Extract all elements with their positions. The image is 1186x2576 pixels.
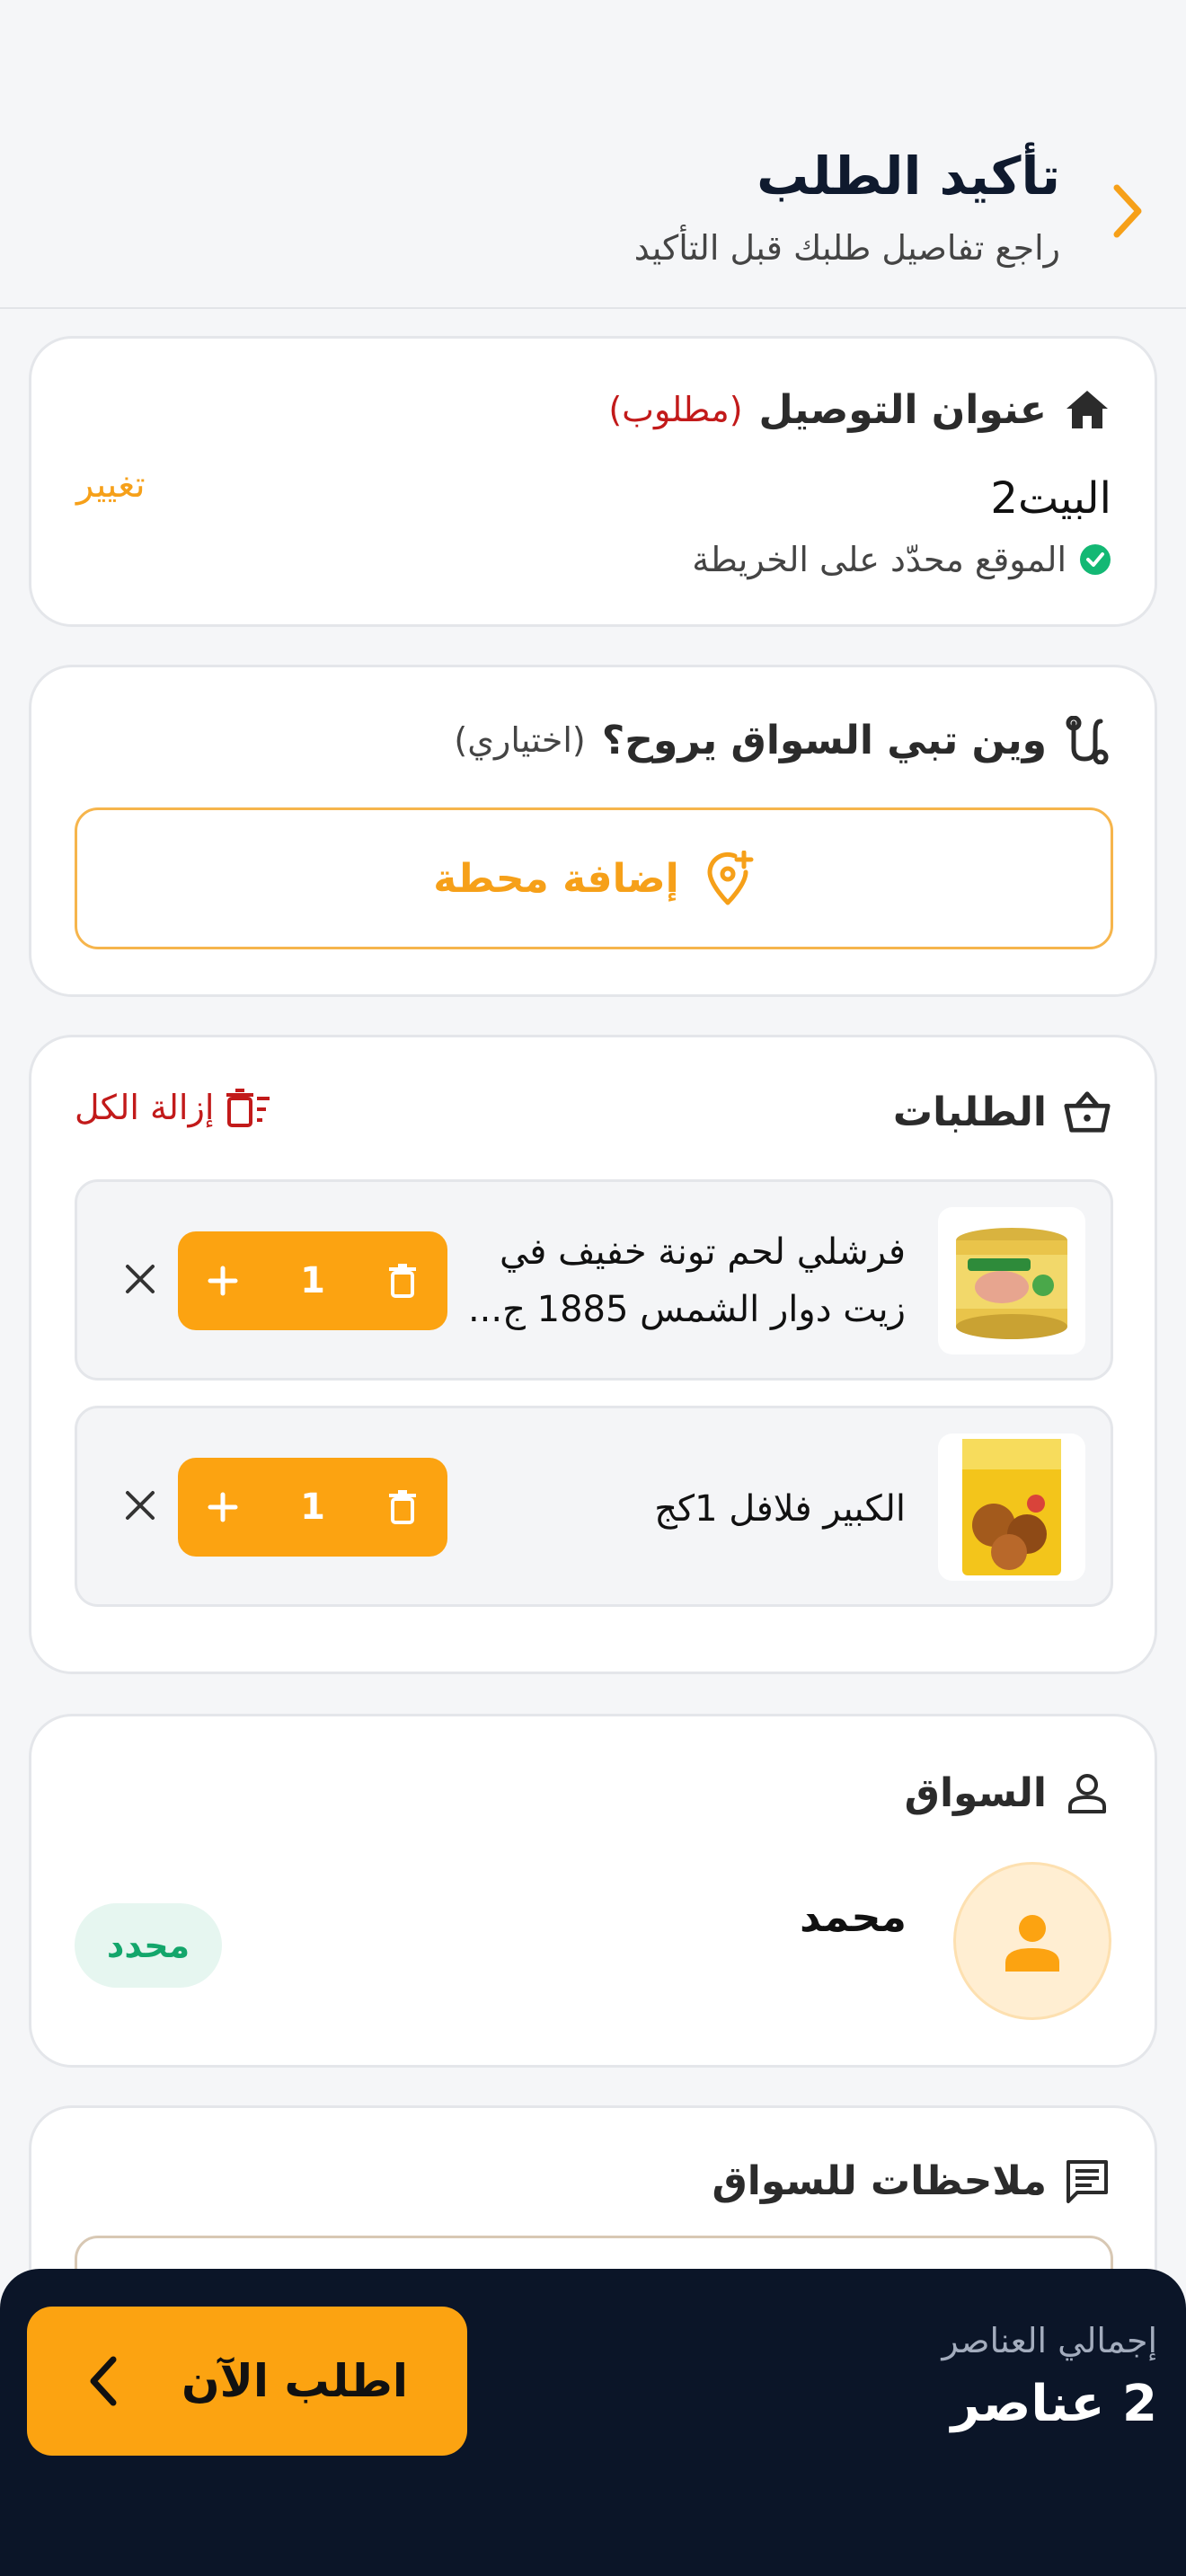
address-card: عنوان التوصيل (مطلوب) تغيير البيت2 الموق…: [29, 336, 1157, 627]
notes-icon: [1063, 2157, 1111, 2205]
check-circle-icon: [1080, 544, 1111, 575]
driver-title: السواق: [904, 1769, 1047, 1816]
location-status-text: الموقع محدّد على الخريطة: [692, 540, 1067, 579]
person-avatar-icon: [1005, 1915, 1059, 1972]
orders-card: الطلبات إزالة الكل فرشلي لحم تونة خفيف ف…: [29, 1035, 1157, 1674]
orders-title-row: الطلبات: [893, 1088, 1111, 1136]
avatar: [953, 1862, 1111, 2020]
order-item: الكبير فلافل 1كج 1: [75, 1406, 1113, 1607]
order-now-button[interactable]: اطلب الآن: [27, 2307, 467, 2456]
item-name: فرشلي لحم تونة خفيف في زيت دوار الشمس 18…: [467, 1231, 906, 1330]
notes-title: ملاحظات للسواق: [712, 2157, 1047, 2204]
add-stop-button[interactable]: إضافة محطة: [75, 807, 1113, 949]
remove-all-label: إزالة الكل: [75, 1088, 215, 1127]
order-now-label: اطلب الآن: [181, 2355, 409, 2407]
stops-title-row: وين تبي السواق يروح؟ (اختياري): [454, 716, 1111, 764]
total-items-label: إجمالي العناصر: [942, 2321, 1157, 2360]
order-item: فرشلي لحم تونة خفيف في زيت دوار الشمس 18…: [75, 1179, 1113, 1381]
address-title: عنوان التوصيل: [758, 386, 1047, 433]
driver-card: السواق محمد محدد: [29, 1714, 1157, 2068]
decrease-button[interactable]: [367, 1458, 438, 1557]
item-name: الكبير فلافل 1كج: [654, 1488, 906, 1530]
chevron-right-icon: [1113, 184, 1142, 238]
change-address-button[interactable]: تغيير: [76, 464, 146, 506]
page-subtitle: راجع تفاصيل طلبك قبل التأكيد: [633, 228, 1060, 268]
stops-title: وين تبي السواق يروح؟: [601, 717, 1047, 763]
back-button[interactable]: [1105, 180, 1150, 243]
stops-card: وين تبي السواق يروح؟ (اختياري) إضافة محط…: [29, 665, 1157, 997]
remove-item-button[interactable]: [113, 1252, 167, 1306]
address-title-row: عنوان التوصيل (مطلوب): [608, 385, 1111, 434]
location-status: الموقع محدّد على الخريطة: [692, 540, 1111, 579]
required-tag: (مطلوب): [608, 390, 743, 429]
address-name: البيت2: [990, 473, 1111, 524]
plus-icon: [208, 1266, 238, 1296]
delete-sweep-icon: [226, 1089, 270, 1127]
quantity-value: 1: [300, 1260, 325, 1301]
remove-item-button[interactable]: [113, 1478, 167, 1532]
add-location-icon: [707, 851, 754, 905]
notes-title-row: ملاحظات للسواق: [712, 2157, 1111, 2205]
chevron-left-icon: [90, 2356, 117, 2406]
trash-icon: [389, 1490, 416, 1524]
product-image-falafel: [938, 1434, 1085, 1581]
person-icon: [1063, 1769, 1111, 1817]
orders-title: الطلبات: [892, 1089, 1047, 1135]
add-stop-label: إضافة محطة: [433, 855, 679, 902]
driver-name: محمد: [799, 1892, 907, 1941]
home-icon: [1063, 385, 1111, 434]
status-badge: محدد: [75, 1903, 222, 1988]
basket-icon: [1063, 1088, 1111, 1136]
route-icon: [1063, 716, 1111, 764]
driver-title-row: السواق: [905, 1769, 1111, 1817]
decrease-button[interactable]: [367, 1231, 438, 1330]
increase-button[interactable]: [187, 1231, 259, 1330]
close-icon: [126, 1265, 155, 1293]
checkout-bar: إجمالي العناصر 2 عناصر اطلب الآن: [0, 2269, 1186, 2576]
page-header: تأكيد الطلب راجع تفاصيل طلبك قبل التأكيد: [0, 0, 1186, 309]
optional-tag: (اختياري): [454, 720, 586, 760]
increase-button[interactable]: [187, 1458, 259, 1557]
quantity-value: 1: [300, 1486, 325, 1528]
total-items-value: 2 عناصر: [951, 2375, 1157, 2433]
trash-icon: [389, 1264, 416, 1298]
page-title: تأكيد الطلب: [757, 146, 1060, 207]
quantity-stepper[interactable]: 1: [178, 1458, 447, 1557]
quantity-stepper[interactable]: 1: [178, 1231, 447, 1330]
remove-all-button[interactable]: إزالة الكل: [75, 1088, 271, 1127]
product-image-tuna: [938, 1207, 1085, 1354]
close-icon: [126, 1491, 155, 1520]
plus-icon: [208, 1492, 238, 1522]
